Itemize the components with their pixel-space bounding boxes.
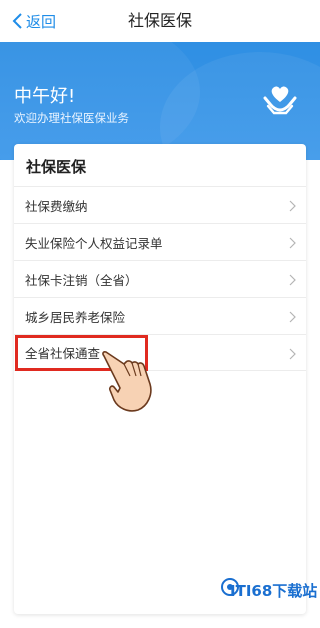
greeting-text: 中午好! xyxy=(14,86,76,107)
heart-hands-icon xyxy=(263,86,297,115)
service-list: 社保费缴纳 失业保险个人权益记录单 社保卡注销（全省） 城乡居民养老保险 全省社… xyxy=(14,186,306,371)
chevron-right-icon xyxy=(289,348,296,360)
list-item-label: 城乡居民养老保险 xyxy=(25,309,126,325)
list-item-social-fee[interactable]: 社保费缴纳 xyxy=(14,186,306,223)
list-item-label: 社保卡注销（全省） xyxy=(25,272,138,288)
list-item-pension[interactable]: 城乡居民养老保险 xyxy=(14,297,306,334)
chevron-right-icon xyxy=(289,274,296,286)
hero-banner: 中午好! 欢迎办理社保医保业务 xyxy=(0,42,320,160)
list-item-label: 失业保险个人权益记录单 xyxy=(25,235,163,251)
welcome-text: 欢迎办理社保医保业务 xyxy=(14,111,129,125)
card-title: 社保医保 xyxy=(26,158,87,176)
navbar: 返回 社保医保 xyxy=(0,0,320,42)
page-title: 社保医保 xyxy=(127,11,192,30)
chevron-right-icon xyxy=(289,200,296,212)
chevron-right-icon xyxy=(289,311,296,323)
hand-pointer-icon xyxy=(102,351,152,412)
list-item-province-query[interactable]: 全省社保通查 xyxy=(14,334,306,371)
list-item-card-cancel[interactable]: 社保卡注销（全省） xyxy=(14,260,306,297)
chevron-right-icon xyxy=(289,237,296,249)
list-item-label: 全省社保通查 xyxy=(25,346,101,361)
page: 返回 社保医保 中午好! 欢迎办理社保医保业务 社保医保 社保费缴纳 失业保险个… xyxy=(0,0,320,628)
list-item-unemployment-record[interactable]: 失业保险个人权益记录单 xyxy=(14,223,306,260)
services-card: 社保医保 社保费缴纳 失业保险个人权益记录单 社保卡注销（全省） 城乡居民养老保… xyxy=(14,144,306,614)
list-item-label: 社保费缴纳 xyxy=(25,198,88,214)
watermark-text: ITI68下载站 xyxy=(230,582,318,600)
